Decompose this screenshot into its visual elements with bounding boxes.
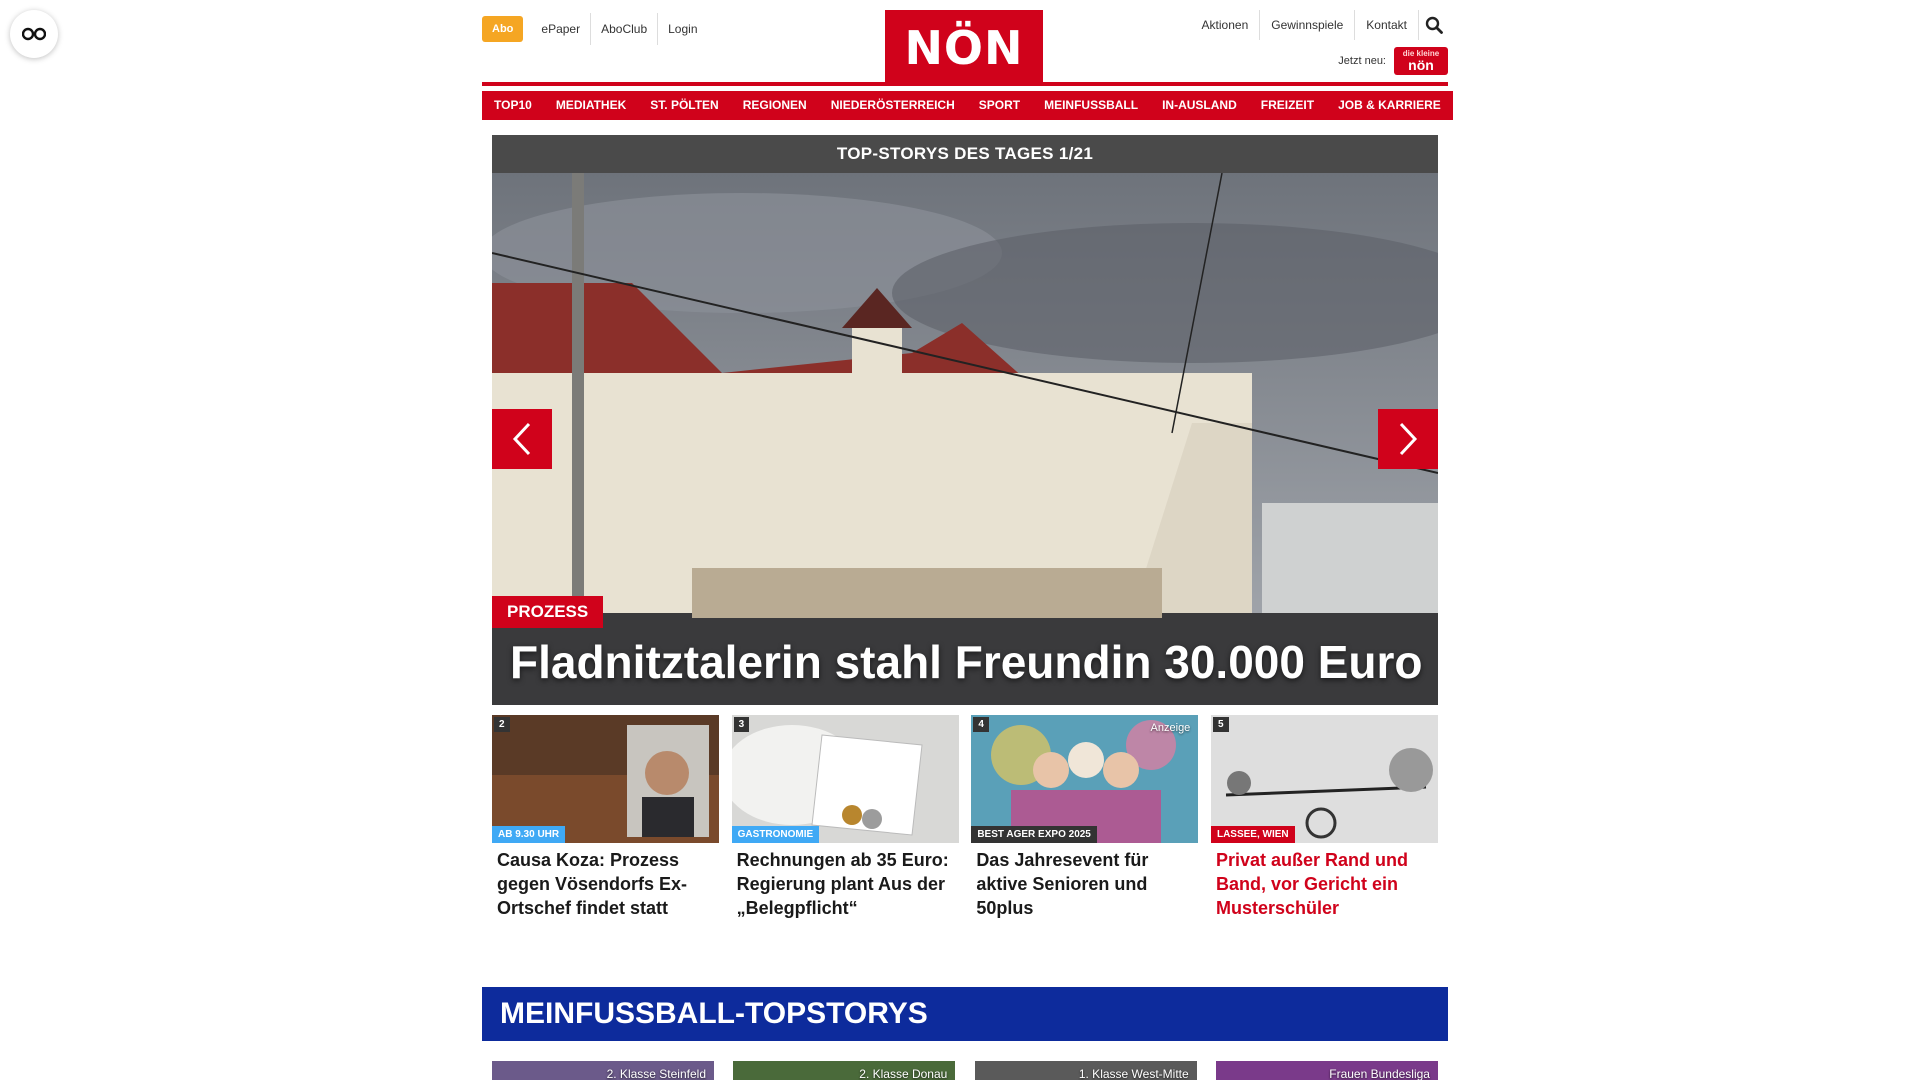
glasses-icon [22, 27, 46, 41]
teaser-photo-expo [971, 715, 1199, 843]
abo-button[interactable]: Abo [482, 16, 524, 42]
epaper-link[interactable]: ePaper [531, 13, 590, 45]
fussball-card-label: Frauen Bundesliga [1329, 1067, 1430, 1080]
teaser-rank: 2 [494, 717, 510, 732]
teaser-title[interactable]: Causa Koza: Prozess gegen Vösendorfs Ex-… [492, 843, 719, 920]
kleine-noen-logo-top: die kleine [1402, 49, 1440, 58]
aktionen-link[interactable]: Aktionen [1191, 10, 1260, 40]
teaser-card[interactable]: 5 LASSEE, WIEN Privat außer Rand und Ban… [1210, 715, 1438, 920]
nav-item-meinfussball[interactable]: MEINFUSSBALL [1032, 91, 1151, 120]
nav-item-mediathek[interactable]: MEDIATHEK [543, 91, 639, 120]
aboclub-link[interactable]: AboClub [590, 13, 657, 45]
main-navigation: TOP10 MEDIATHEK ST. PÖLTEN REGIONEN NIED… [482, 91, 1453, 120]
kleine-noen-logo[interactable]: die kleine nön [1394, 47, 1448, 75]
teaser-image: 4 Anzeige BEST AGER EXPO 2025 [971, 715, 1199, 843]
teaser-rank: 4 [973, 717, 989, 732]
kontakt-link[interactable]: Kontakt [1354, 10, 1418, 40]
nav-item-top10[interactable]: TOP10 [482, 91, 544, 120]
nav-item-regionen[interactable]: REGIONEN [730, 91, 819, 120]
teaser-tag: GASTRONOMIE [731, 826, 820, 843]
jetzt-neu-label: Jetzt neu: [1338, 55, 1386, 67]
kleine-noen-logo-text: nön [1408, 57, 1434, 73]
fussball-card[interactable]: 2. Klasse Steinfeld [492, 1061, 714, 1080]
slider-next-button[interactable] [1378, 409, 1438, 469]
teaser-card[interactable]: 3 GASTRONOMIE Rechnungen ab 35 Euro: Reg… [731, 715, 959, 920]
main-container: Abo ePaper AboClub Login NÖN Aktionen Ge… [482, 0, 1453, 1080]
page: Abo ePaper AboClub Login NÖN Aktionen Ge… [0, 0, 1920, 1080]
teaser-image: 2 AB 9.30 UHR [492, 715, 719, 843]
teaser-tag: AB 9.30 UHR [492, 826, 566, 843]
hero-story[interactable]: PROZESS Fladnitztalerin stahl Freundin 3… [492, 173, 1438, 705]
jetzt-neu: Jetzt neu: die kleine nön [1338, 47, 1448, 75]
teaser-tag: BEST AGER EXPO 2025 [971, 826, 1097, 843]
teaser-tag: LASSEE, WIEN [1210, 826, 1295, 843]
meinfussball-section-title[interactable]: MEINFUSSBALL-TOPSTORYS [482, 987, 1448, 1041]
teaser-photo-receipt [731, 715, 959, 843]
site-header: Abo ePaper AboClub Login NÖN Aktionen Ge… [482, 0, 1448, 86]
chevron-left-icon [512, 422, 531, 456]
search-button[interactable] [1418, 10, 1448, 40]
fussball-card[interactable]: Frauen Bundesliga [1215, 1061, 1438, 1080]
hero-category-badge: PROZESS [492, 596, 604, 628]
meinfussball-cards: 2. Klasse Steinfeld 2. Klasse Donau 1. K… [492, 1061, 1438, 1080]
login-link[interactable]: Login [657, 13, 707, 45]
header-left-links: Abo ePaper AboClub Login [482, 13, 708, 45]
fussball-card-label: 2. Klasse Donau [859, 1067, 948, 1080]
teaser-photo-balance [1210, 715, 1438, 843]
search-icon [1425, 16, 1443, 34]
chevron-right-icon [1399, 422, 1418, 456]
teaser-rank: 5 [1212, 717, 1229, 732]
top-stories-slider: TOP-STORYS DES TAGES 1/21 PROZESS Fladni… [492, 135, 1438, 705]
logo-text: NÖN [904, 21, 1024, 75]
accessibility-button[interactable] [10, 10, 58, 58]
anzeige-label: Anzeige [1150, 722, 1191, 734]
teaser-rank: 3 [733, 717, 750, 732]
fussball-card[interactable]: 2. Klasse Donau [733, 1061, 956, 1080]
teaser-title[interactable]: Das Jahresevent für aktive Senioren und … [971, 843, 1198, 920]
nav-item-in-ausland[interactable]: IN-AUSLAND [1150, 91, 1249, 120]
header-right-links: Aktionen Gewinnspiele Kontakt [1191, 10, 1448, 40]
fussball-card-label: 1. Klasse West-Mitte [1078, 1067, 1189, 1080]
teaser-photo-koza [492, 715, 719, 843]
story-teasers: 2 AB 9.30 UHR Causa Koza: Prozess gegen … [492, 715, 1438, 920]
teaser-title[interactable]: Privat außer Rand und Band, vor Gericht … [1211, 843, 1438, 920]
nav-item-job-karriere[interactable]: JOB & KARRIERE [1326, 91, 1453, 120]
gewinnspiele-link[interactable]: Gewinnspiele [1259, 10, 1354, 40]
fussball-card-label: 2. Klasse Steinfeld [606, 1067, 706, 1080]
slider-title: TOP-STORYS DES TAGES 1/21 [492, 135, 1438, 173]
teaser-card[interactable]: 4 Anzeige BEST AGER EXPO 2025 Das Jahres… [971, 715, 1199, 920]
hero-headline[interactable]: Fladnitztalerin stahl Freundin 30.000 Eu… [510, 635, 1423, 689]
nav-item-niederoesterreich[interactable]: NIEDERÖSTERREICH [818, 91, 967, 120]
slider-prev-button[interactable] [492, 409, 552, 469]
teaser-image: 5 LASSEE, WIEN [1210, 715, 1438, 843]
nav-item-sport[interactable]: SPORT [966, 91, 1033, 120]
teaser-title[interactable]: Rechnungen ab 35 Euro: Regierung plant A… [732, 843, 959, 920]
nav-item-freizeit[interactable]: FREIZEIT [1248, 91, 1327, 120]
nav-item-st-poelten[interactable]: ST. PÖLTEN [638, 91, 731, 120]
hero-image [492, 173, 1438, 705]
teaser-card[interactable]: 2 AB 9.30 UHR Causa Koza: Prozess gegen … [492, 715, 719, 920]
site-logo[interactable]: NÖN [885, 10, 1043, 86]
fussball-card[interactable]: 1. Klasse West-Mitte [974, 1061, 1197, 1080]
teaser-image: 3 GASTRONOMIE [731, 715, 959, 843]
